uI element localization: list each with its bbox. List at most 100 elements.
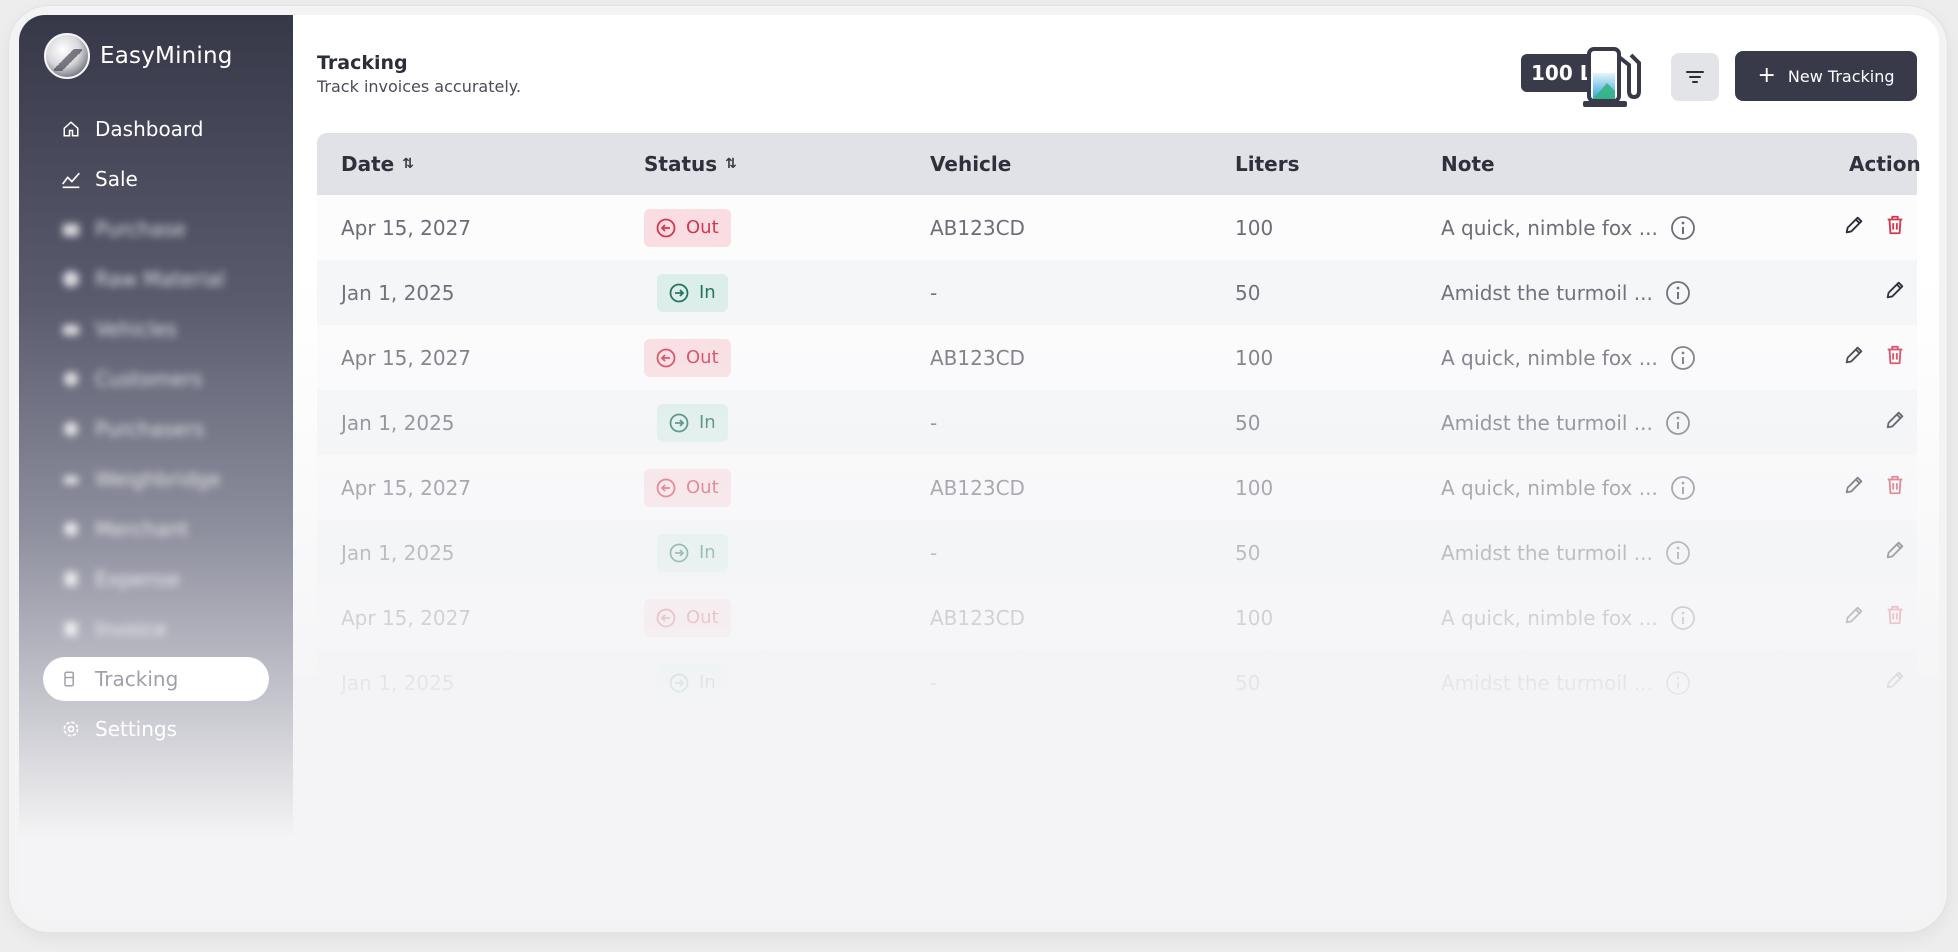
note-text: A quick, nimble fox ...: [1441, 215, 1658, 240]
page-button[interactable]: 2: [1053, 724, 1093, 768]
last-page-button[interactable]: »: [1317, 715, 1328, 777]
cell-note: A quick, nimble fox ...: [1441, 195, 1696, 260]
table-row: Apr 15, 2027 Out AB123CD 100 A quick, ni…: [317, 325, 1917, 390]
sidebar: EasyMining Dashboard Sale Purchase Raw M…: [19, 15, 293, 835]
first-page-button[interactable]: «: [933, 715, 944, 777]
trash-icon: [1884, 604, 1906, 631]
fuel-pump-icon: [1583, 47, 1641, 107]
page-button[interactable]: 3: [1093, 724, 1133, 768]
sidebar-item-invoice[interactable]: Invoice: [43, 607, 269, 651]
pencil-icon: [1843, 214, 1865, 241]
gear-icon: [61, 719, 81, 739]
delete-button[interactable]: [1884, 195, 1906, 260]
sidebar-item-label: Settings: [95, 717, 178, 741]
cell-liters: 100: [1235, 215, 1274, 240]
info-icon[interactable]: [1665, 670, 1691, 696]
table-row: Jan 1, 2025 In - 50 Amidst the turmoil .…: [317, 520, 1917, 585]
info-icon[interactable]: [1665, 410, 1691, 436]
plus-icon: +: [1757, 63, 1776, 88]
edit-button[interactable]: [1843, 455, 1865, 520]
note-text: Amidst the turmoil ...: [1441, 540, 1653, 565]
edit-button[interactable]: [1884, 390, 1906, 455]
trash-icon: [1884, 214, 1906, 241]
edit-button[interactable]: [1843, 585, 1865, 650]
edit-button[interactable]: [1884, 520, 1906, 585]
status-badge: Out: [644, 468, 731, 507]
sidebar-item-label: Vehicles: [95, 317, 177, 341]
note-text: A quick, nimble fox ...: [1441, 605, 1658, 630]
chart-icon: [61, 169, 81, 189]
cell-note: Amidst the turmoil ...: [1441, 390, 1691, 455]
status-label: Out: [686, 347, 719, 368]
purchaser-icon: [61, 419, 81, 439]
pencil-icon: [1843, 474, 1865, 501]
status-badge: In: [657, 403, 728, 442]
page-button[interactable]: 1: [1013, 724, 1053, 768]
page-button[interactable]: 5: [1173, 724, 1213, 768]
page-size-select[interactable]: 10 ▾: [1825, 715, 1862, 777]
cell-date: Apr 15, 2027: [341, 475, 472, 500]
info-icon[interactable]: [1670, 345, 1696, 371]
arrow-in-icon: [669, 673, 689, 693]
info-icon[interactable]: [1670, 605, 1696, 631]
pencil-icon: [1884, 669, 1906, 696]
sidebar-item-weighbridge[interactable]: Weighbridge: [43, 457, 269, 501]
column-header-date[interactable]: Date ⇅: [341, 152, 414, 176]
brand[interactable]: EasyMining: [44, 33, 233, 79]
filter-icon: [1686, 71, 1704, 83]
column-header-status[interactable]: Status ⇅: [644, 152, 737, 176]
next-page-button[interactable]: ›: [1283, 715, 1290, 777]
cell-vehicle: -: [930, 410, 938, 435]
sidebar-item-sale[interactable]: Sale: [43, 157, 269, 201]
sidebar-item-label: Weighbridge: [95, 467, 222, 491]
brand-name: EasyMining: [100, 43, 233, 69]
page-size-value: 10: [1825, 735, 1848, 757]
status-label: Out: [686, 477, 719, 498]
sidebar-item-tracking[interactable]: Tracking: [43, 657, 269, 701]
delete-button[interactable]: [1884, 585, 1906, 650]
merchant-icon: [61, 519, 81, 539]
info-icon[interactable]: [1670, 215, 1696, 241]
cell-liters: 100: [1235, 345, 1274, 370]
cell-note: Amidst the turmoil ...: [1441, 520, 1691, 585]
info-icon[interactable]: [1665, 280, 1691, 306]
sidebar-nav: Dashboard Sale Purchase Raw Material Veh…: [43, 107, 269, 757]
cell-vehicle: AB123CD: [930, 605, 1025, 630]
status-label: In: [699, 412, 716, 433]
sort-icon: ⇅: [725, 156, 737, 172]
prev-page-button[interactable]: ‹: [981, 715, 988, 777]
note-text: Amidst the turmoil ...: [1441, 670, 1653, 695]
delete-button[interactable]: [1884, 325, 1906, 390]
sidebar-item-expense[interactable]: Expense: [43, 557, 269, 601]
status-cell: Out: [644, 325, 731, 390]
edit-button[interactable]: [1843, 325, 1865, 390]
note-text: Amidst the turmoil ...: [1441, 410, 1653, 435]
sidebar-item-purchase[interactable]: Purchase: [43, 207, 269, 251]
fuel-icon: [61, 669, 81, 689]
sidebar-item-purchasers[interactable]: Purchasers: [43, 407, 269, 451]
info-icon[interactable]: [1670, 475, 1696, 501]
edit-button[interactable]: [1884, 260, 1906, 325]
cell-vehicle: AB123CD: [930, 475, 1025, 500]
status-cell: Out: [644, 195, 731, 260]
sidebar-item-dashboard[interactable]: Dashboard: [43, 107, 269, 151]
new-tracking-button[interactable]: + New Tracking: [1735, 51, 1917, 101]
delete-button[interactable]: [1884, 455, 1906, 520]
sidebar-item-vehicles[interactable]: Vehicles: [43, 307, 269, 351]
invoice-icon: [61, 619, 81, 639]
sidebar-item-raw-material[interactable]: Raw Material: [43, 257, 269, 301]
page-button[interactable]: 4: [1133, 724, 1173, 768]
info-icon[interactable]: [1665, 540, 1691, 566]
edit-button[interactable]: [1843, 195, 1865, 260]
sidebar-item-customers[interactable]: Customers: [43, 357, 269, 401]
pagination-bar: Showing 1 to 10 of 200 entries « ‹ 12345…: [317, 715, 1917, 777]
cell-vehicle: AB123CD: [930, 345, 1025, 370]
cell-vehicle: -: [930, 540, 938, 565]
sidebar-item-settings[interactable]: Settings: [43, 707, 269, 751]
edit-button[interactable]: [1884, 650, 1906, 715]
column-label: Action: [1849, 152, 1921, 176]
filter-button[interactable]: [1671, 53, 1719, 101]
cell-vehicle: AB123CD: [930, 215, 1025, 240]
sidebar-item-label: Purchasers: [95, 417, 205, 441]
sidebar-item-merchant[interactable]: Merchant: [43, 507, 269, 551]
